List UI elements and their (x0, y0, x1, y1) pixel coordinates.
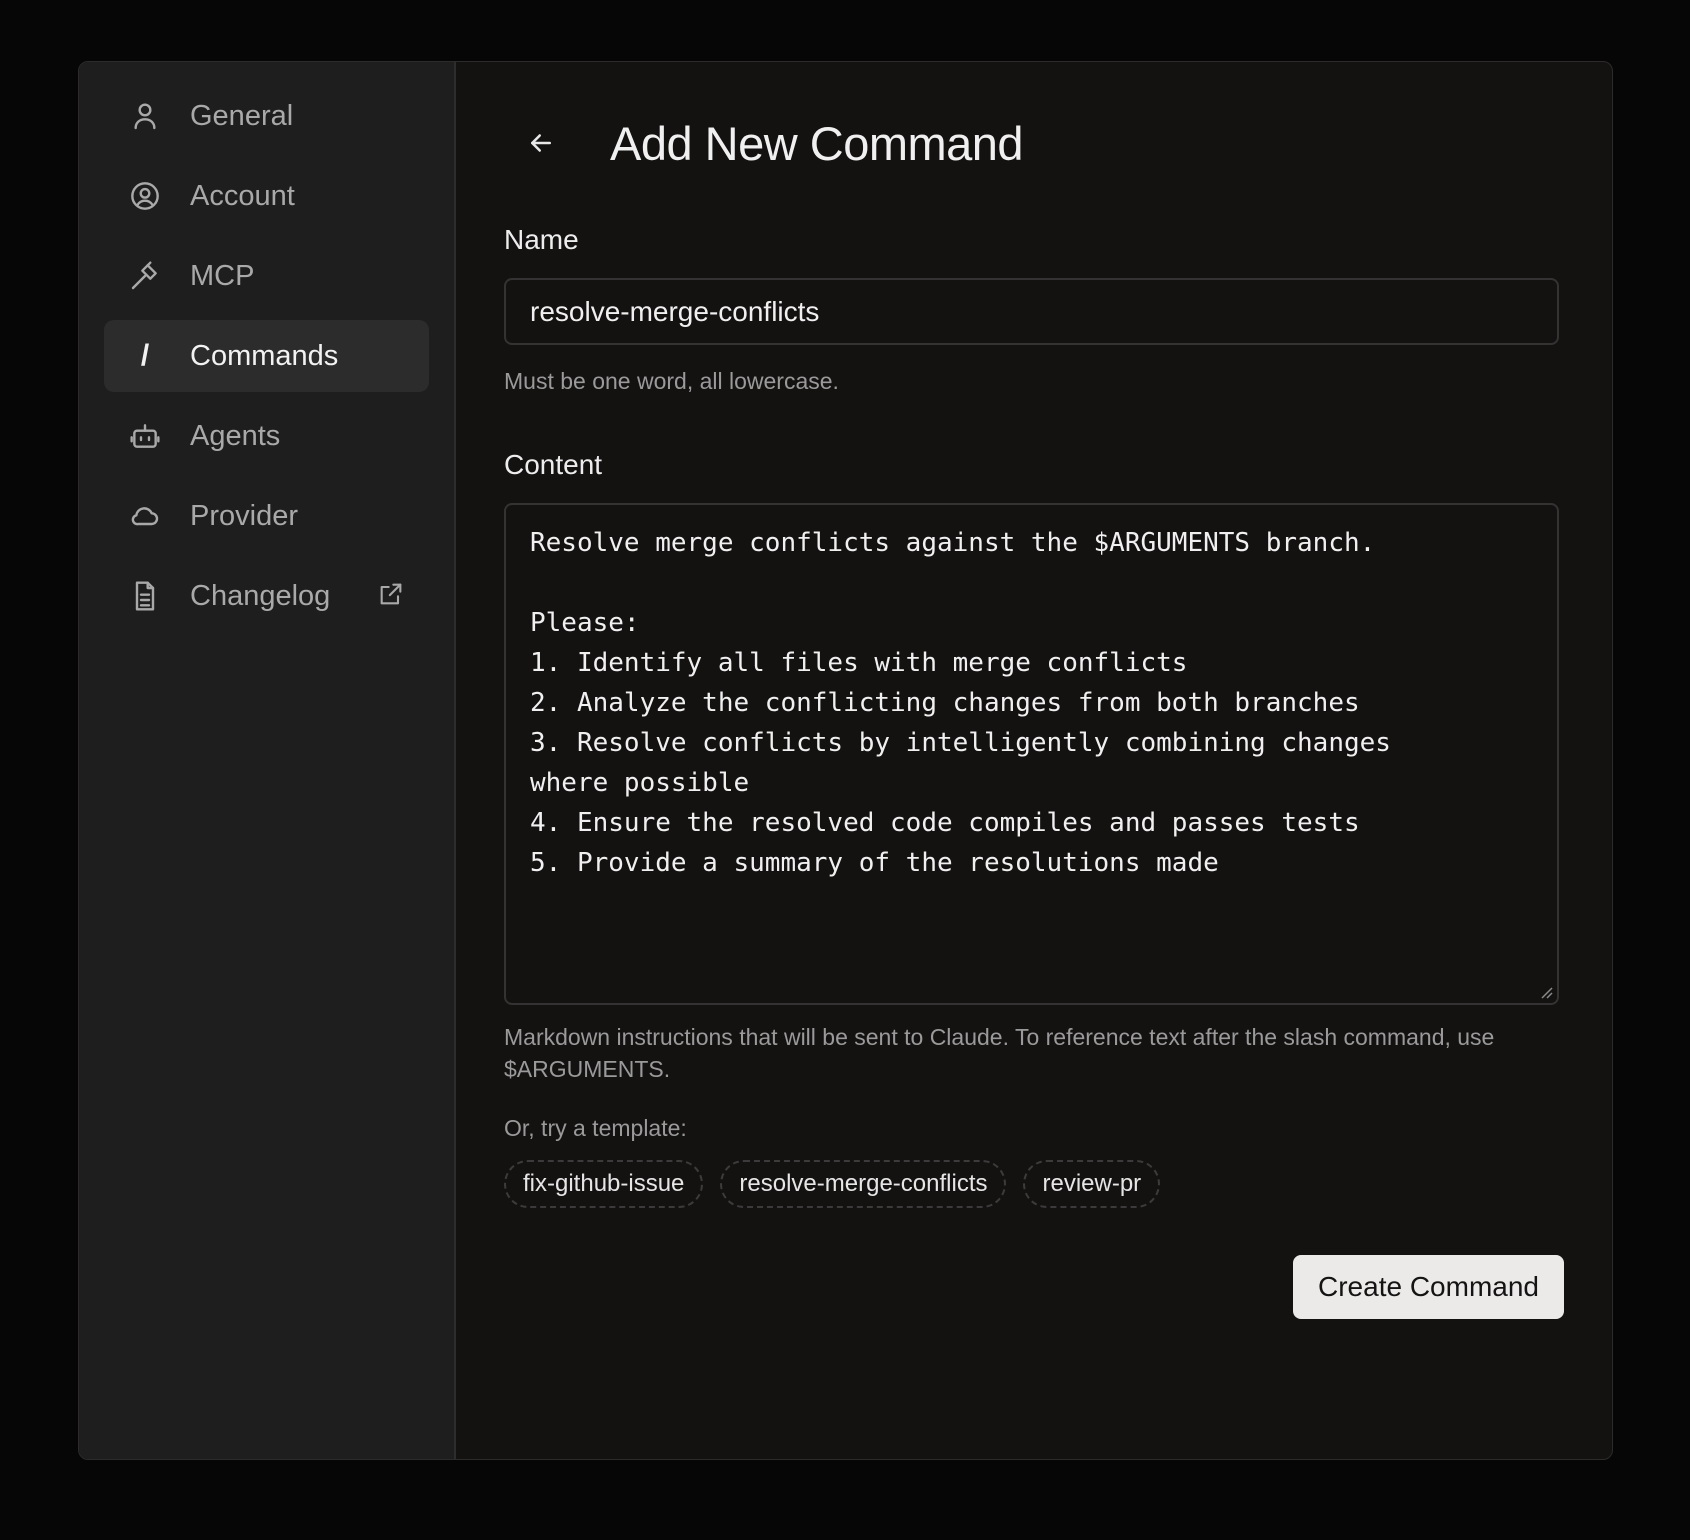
cloud-icon (128, 499, 162, 533)
sidebar-item-commands[interactable]: / Commands (104, 320, 429, 392)
template-label: Or, try a template: (504, 1115, 687, 1141)
user-icon (128, 99, 162, 133)
sidebar-item-label: Commands (190, 339, 339, 372)
document-icon (128, 579, 162, 613)
sidebar-item-agents[interactable]: Agents (104, 400, 429, 472)
arrow-left-icon (531, 134, 551, 152)
back-button[interactable] (512, 114, 570, 172)
content-line (530, 563, 1533, 603)
sidebar-item-label: Account (190, 179, 295, 212)
sidebar-item-label: Agents (190, 419, 281, 452)
content-textarea[interactable]: Resolve merge conflicts against the $ARG… (504, 503, 1559, 1005)
content-line: 2. Analyze the conflicting changes from … (530, 688, 1360, 718)
content-line: 1. Identify all files with merge conflic… (530, 648, 1188, 678)
sidebar-item-provider[interactable]: Provider (104, 480, 429, 552)
hammer-icon (128, 259, 162, 293)
resize-grip-icon[interactable] (1539, 985, 1553, 999)
name-label: Name (504, 224, 579, 255)
sidebar-item-mcp[interactable]: MCP (104, 240, 429, 312)
template-chip-fix-github-issue[interactable]: fix-github-issue (504, 1160, 704, 1208)
command-form-panel: Add New Command Name Must be one word, a… (456, 62, 1612, 1459)
content-line: where possible (530, 768, 750, 798)
template-chip-resolve-merge-conflicts[interactable]: resolve-merge-conflicts (720, 1160, 1007, 1208)
content-line: Resolve merge conflicts against the $ARG… (530, 528, 1376, 558)
sidebar-item-label: General (190, 99, 294, 132)
template-chip-review-pr[interactable]: review-pr (1023, 1160, 1161, 1208)
content-hint: Markdown instructions that will be sent … (504, 1024, 1495, 1082)
content-line: 5. Provide a summary of the resolutions … (530, 848, 1219, 878)
slash-icon: / (140, 339, 150, 372)
sidebar-item-general[interactable]: General (104, 80, 429, 152)
sidebar-item-account[interactable]: Account (104, 160, 429, 232)
sidebar-item-label: Changelog (190, 579, 331, 612)
sidebar-item-changelog[interactable]: Changelog (104, 560, 429, 632)
settings-sidebar: General Account MCP / Commands Agents Pr… (79, 62, 456, 1459)
template-chips: fix-github-issue resolve-merge-conflicts… (504, 1160, 1564, 1208)
content-line: Please: (530, 608, 640, 638)
sidebar-item-label: MCP (190, 259, 255, 292)
name-hint: Must be one word, all lowercase. (504, 368, 839, 394)
name-input[interactable] (504, 278, 1559, 345)
sidebar-item-label: Provider (190, 499, 298, 532)
external-link-icon (377, 580, 405, 608)
create-command-button[interactable]: Create Command (1293, 1255, 1564, 1319)
robot-icon (128, 419, 162, 453)
content-label: Content (504, 449, 603, 480)
user-circle-icon (128, 179, 162, 213)
content-line: 3. Resolve conflicts by intelligently co… (530, 728, 1391, 758)
page-title: Add New Command (610, 116, 1024, 170)
page-header: Add New Command (504, 108, 1564, 178)
settings-modal: General Account MCP / Commands Agents Pr… (78, 61, 1613, 1460)
content-line: 4. Ensure the resolved code compiles and… (530, 808, 1360, 838)
